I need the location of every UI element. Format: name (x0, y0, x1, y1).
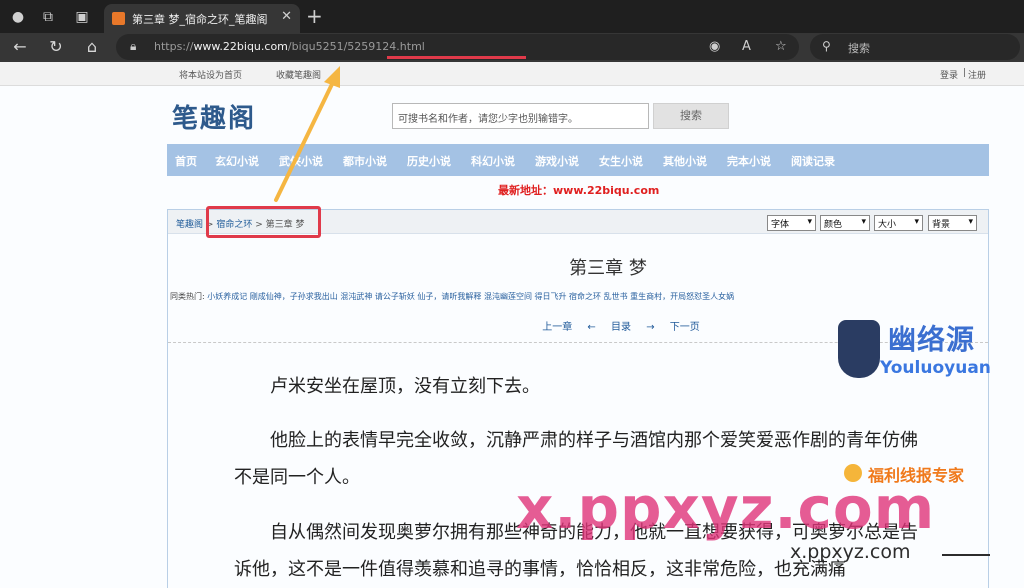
ppxyz-small-watermark: x.ppxyz.com (790, 541, 911, 563)
youluo-title: 幽络源 (888, 323, 976, 356)
ppxyz-watermark: x.ppxyz.com (516, 474, 936, 542)
youluoyuan-watermark: 幽络源 Youluoyuan (838, 318, 998, 380)
youluo-subtitle: Youluoyuan (880, 358, 991, 378)
watermark-dash (942, 554, 990, 556)
hacker-mask-icon (838, 320, 880, 378)
